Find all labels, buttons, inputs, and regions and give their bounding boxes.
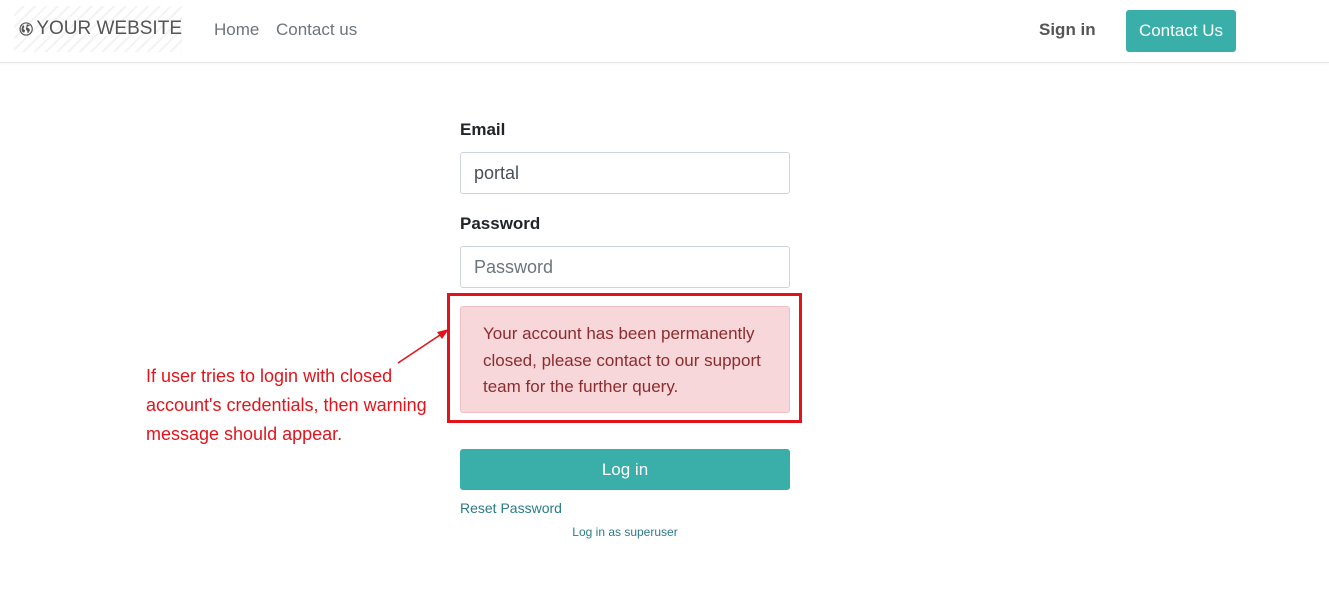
reset-password-link[interactable]: Reset Password bbox=[460, 500, 562, 516]
top-navbar: YOUR WEBSITE Home Contact us Sign in Con… bbox=[0, 0, 1329, 63]
login-button[interactable]: Log in bbox=[460, 449, 790, 490]
logo-text: YOUR WEBSITE bbox=[36, 18, 182, 39]
superuser-login-link[interactable]: Log in as superuser bbox=[460, 525, 790, 539]
email-field[interactable] bbox=[460, 152, 790, 194]
email-label: Email bbox=[460, 120, 506, 139]
password-label: Password bbox=[460, 214, 541, 233]
globe-icon bbox=[19, 22, 33, 36]
contact-us-button[interactable]: Contact Us bbox=[1126, 10, 1236, 52]
password-field[interactable] bbox=[460, 246, 790, 288]
site-logo[interactable]: YOUR WEBSITE bbox=[14, 6, 182, 52]
account-closed-alert: Your account has been permanently closed… bbox=[460, 306, 790, 413]
sign-in-link[interactable]: Sign in bbox=[1039, 20, 1096, 40]
nav-link-home[interactable]: Home bbox=[214, 20, 259, 40]
annotation-note: If user tries to login with closed accou… bbox=[146, 366, 427, 444]
nav-link-contact-us[interactable]: Contact us bbox=[276, 20, 357, 40]
